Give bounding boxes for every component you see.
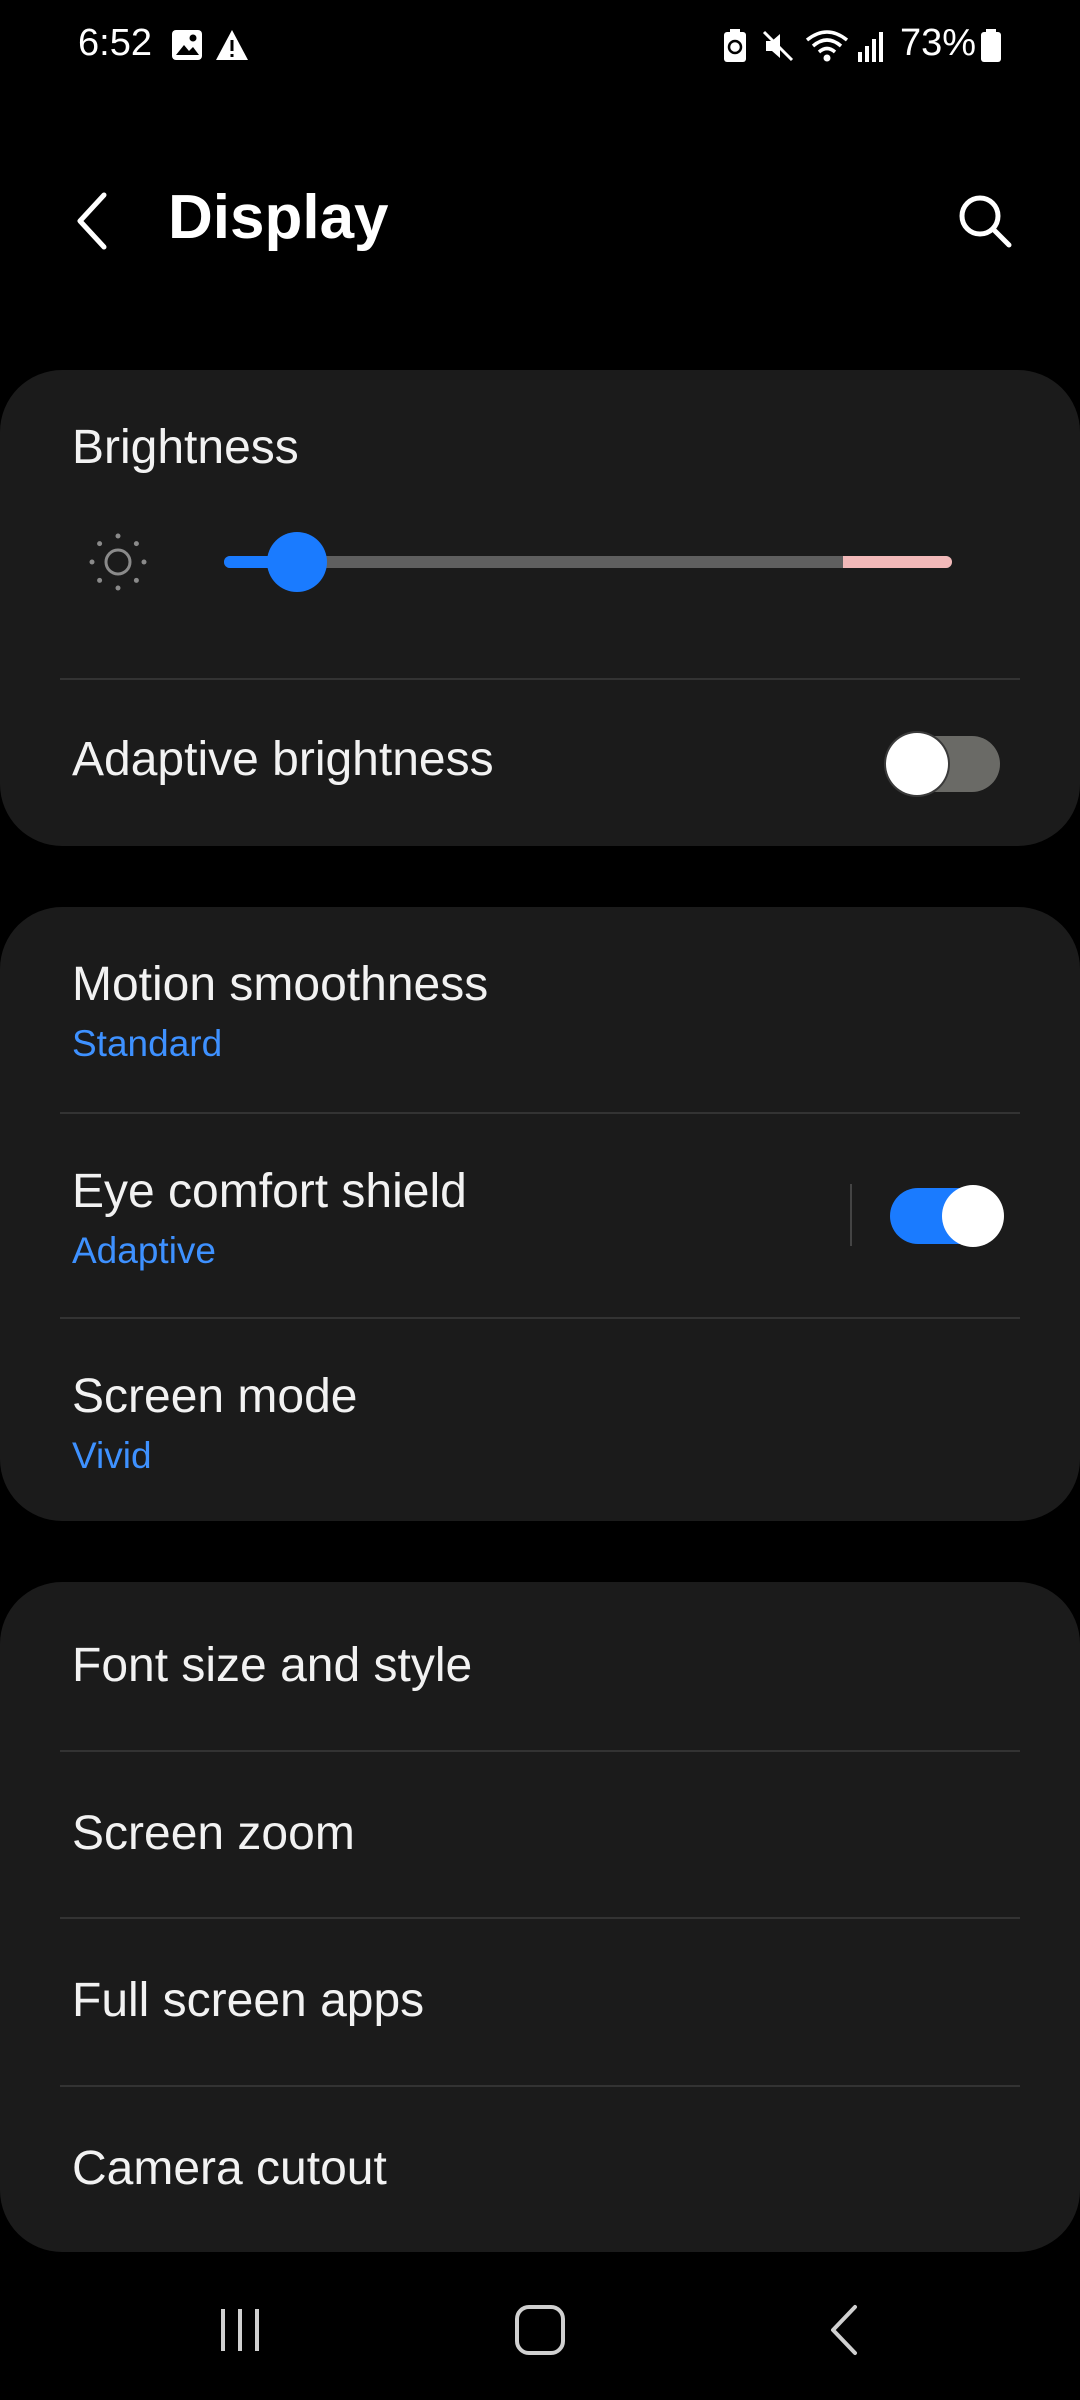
screen-mode-row[interactable]: Screen mode Vivid [0,1319,1080,1521]
eye-comfort-shield-toggle[interactable] [890,1185,1004,1247]
slider-thumb[interactable] [266,532,327,592]
menu-item-screen-zoom[interactable]: Screen zoom [0,1752,1080,1918]
home-icon [515,2305,565,2355]
battery-icon [980,28,1002,69]
eye-comfort-shield-label: Eye comfort shield [72,1165,467,1218]
warning-icon [214,28,250,67]
navigation-bar [0,2260,1080,2400]
nav-back-button[interactable] [785,2290,905,2370]
image-icon [170,28,204,67]
status-time: 6:52 [78,22,152,64]
wifi-icon [804,28,850,69]
sun-icon [86,530,150,594]
back-arrow-icon [77,192,107,250]
status-bar: 6:52 73% [0,0,1080,96]
motion-smoothness-value: Standard [72,1023,223,1064]
menu-item-camera-cutout[interactable]: Camera cutout [0,2087,1080,2252]
page-title: Display [168,183,389,252]
eye-comfort-shield-row[interactable]: Eye comfort shield Adaptive [0,1114,1080,1318]
app-header: Display [0,150,1080,290]
adaptive-brightness-row[interactable]: Adaptive brightness [0,680,1080,846]
signal-icon [856,28,888,69]
back-button[interactable] [62,186,122,256]
toggle-knob [942,1185,1004,1247]
adaptive-brightness-label: Adaptive brightness [72,733,494,786]
eye-comfort-shield-value: Adaptive [72,1230,216,1271]
menu-item-font-size-and-style[interactable]: Font size and style [0,1582,1080,1750]
mute-icon [760,28,796,69]
more-options-card: Font size and style Screen zoom Full scr… [0,1582,1080,2252]
home-button[interactable] [480,2290,600,2370]
adaptive-brightness-toggle[interactable] [886,733,1000,795]
brightness-slider[interactable] [224,532,952,592]
vertical-separator [850,1184,852,1246]
back-icon [831,2305,857,2355]
menu-item-label: Full screen apps [72,1974,425,2027]
menu-item-label: Camera cutout [72,2142,387,2195]
extra-brightness-segment [842,556,952,568]
battery-percent: 73% [900,22,977,64]
brightness-card: Brightness Adaptive brightness [0,370,1080,846]
screen-mode-label: Screen mode [72,1370,358,1423]
search-icon [959,195,1012,248]
recent-apps-icon [221,2309,259,2351]
motion-smoothness-row[interactable]: Motion smoothness Standard [0,907,1080,1112]
brightness-label: Brightness [72,421,299,474]
battery-saver-icon [722,28,748,69]
recent-apps-button[interactable] [180,2290,300,2370]
screen-mode-value: Vivid [72,1435,152,1476]
display-options-card: Motion smoothness Standard Eye comfort s… [0,907,1080,1521]
toggle-knob [886,733,948,795]
menu-item-label: Screen zoom [72,1807,355,1860]
search-button[interactable] [950,186,1020,256]
menu-item-label: Font size and style [72,1639,473,1692]
motion-smoothness-label: Motion smoothness [72,958,489,1011]
display-settings-screen: 6:52 73% Display Brightness Adaptive bri… [0,0,1080,2400]
menu-item-full-screen-apps[interactable]: Full screen apps [0,1919,1080,2085]
